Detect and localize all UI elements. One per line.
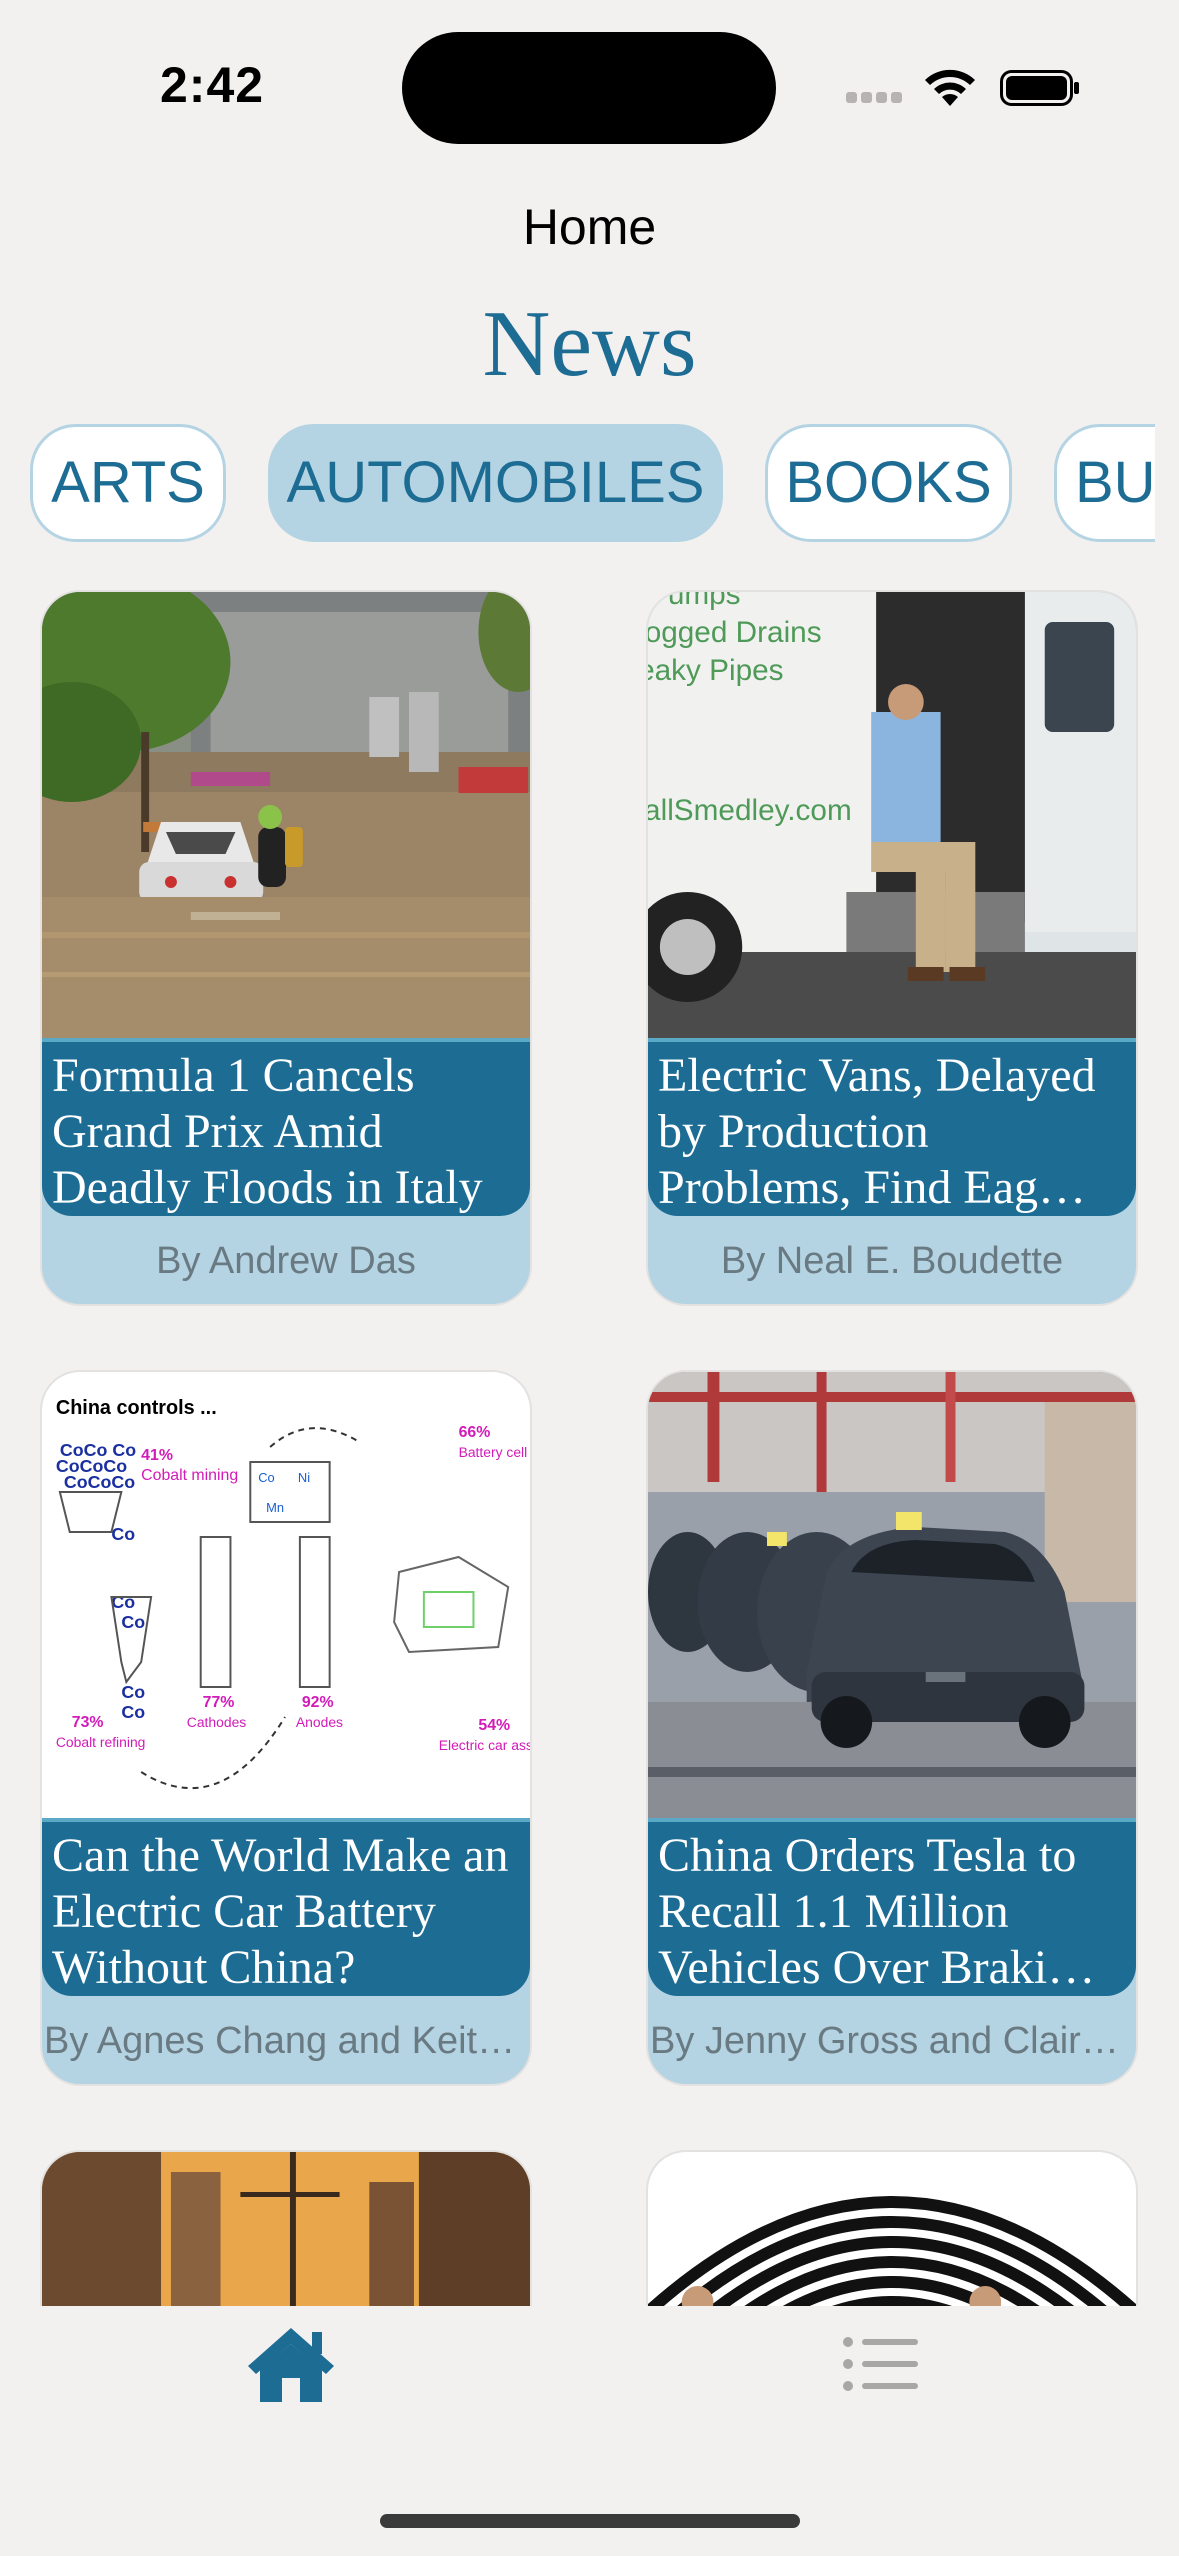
van-text-2: eaky Pipes: [648, 654, 784, 687]
article-title: Electric Vans, Delayed by Production Pro…: [658, 1049, 1096, 1214]
van-text-3: allSmedley.com: [648, 794, 852, 827]
article-title-box: Electric Vans, Delayed by Production Pro…: [648, 1038, 1136, 1216]
article-card[interactable]: China controls ... CoCo Co CoCoCo CoCoCo C…: [40, 1370, 532, 2086]
article-card[interactable]: China Orders Tesla to Recall 1.1 Million…: [646, 1370, 1138, 2086]
article-title: Formula 1 Cancels Grand Prix Amid Deadly…: [52, 1049, 483, 1214]
house-icon[interactable]: [246, 2324, 336, 2404]
svg-text:Co: Co: [111, 1524, 135, 1544]
stat-label: Anodes: [296, 1714, 343, 1730]
stat-pct: 73%: [72, 1714, 104, 1731]
article-title-box: Formula 1 Cancels Grand Prix Amid Deadly…: [42, 1038, 530, 1216]
chip-business[interactable]: BU: [1054, 424, 1155, 542]
stat-label: Battery cell assembly: [459, 1444, 530, 1460]
article-image-van: logged Drains eaky Pipes umps allSmedley…: [648, 592, 1136, 1038]
infographic-heading: China controls ...: [56, 1397, 217, 1419]
article-title-box: Can the World Make an Electric Car Batte…: [42, 1818, 530, 1996]
article-image-tesla-factory: [648, 1372, 1136, 1818]
stat-pct: 92%: [302, 1694, 334, 1711]
svg-text:Co: Co: [121, 1612, 145, 1632]
home-indicator[interactable]: [380, 2514, 800, 2528]
wifi-icon: [925, 69, 975, 106]
stat-label: Electric car assembly: [439, 1737, 530, 1753]
stat-pct: 77%: [203, 1694, 235, 1711]
list-icon[interactable]: [842, 2334, 920, 2394]
article-image-flood: [42, 592, 530, 1038]
article-title: Can the World Make an Electric Car Batte…: [52, 1829, 509, 1994]
van-text-0: umps: [668, 592, 741, 611]
category-chips[interactable]: ARTS AUTOMOBILES BOOKS BU: [0, 422, 1155, 544]
svg-text:Co: Co: [258, 1470, 274, 1485]
article-card[interactable]: logged Drains eaky Pipes umps allSmedley…: [646, 590, 1138, 1306]
article-byline: By Neal E. Boudette: [720, 1240, 1064, 1282]
stat-pct: 41%: [141, 1447, 173, 1464]
van-text-1: logged Drains: [648, 616, 822, 649]
article-image-battery-infographic: China controls ... CoCo CoCoCoCoCoCoCo C…: [42, 1372, 530, 1818]
article-byline: By Andrew Das: [156, 1240, 416, 1282]
svg-text:Co: Co: [111, 1592, 135, 1612]
article-byline: By Agnes Chang and Keit…: [44, 2020, 516, 2062]
cellular-signal-icon: [846, 92, 904, 106]
screen: 2:42 Home News ARTS AUTOMOBILES BOOKS BU: [0, 0, 1179, 2556]
stat-label: Cathodes: [187, 1714, 246, 1730]
svg-text:Co: Co: [121, 1682, 145, 1702]
chip-books[interactable]: BOOKS: [765, 424, 1012, 542]
dynamic-island: [402, 32, 776, 144]
svg-text:Mn: Mn: [266, 1500, 284, 1515]
svg-text:Ni: Ni: [298, 1470, 310, 1485]
article-title: China Orders Tesla to Recall 1.1 Million…: [658, 1829, 1096, 1994]
chip-automobiles[interactable]: AUTOMOBILES: [268, 424, 723, 542]
svg-text:CoCoCo: CoCoCo: [64, 1472, 135, 1492]
stat-pct: 54%: [478, 1717, 510, 1734]
brand-title: News: [482, 292, 697, 396]
article-title-box: China Orders Tesla to Recall 1.1 Million…: [648, 1818, 1136, 1996]
article-byline: By Jenny Gross and Clair…: [650, 2020, 1119, 2062]
stat-label: Cobalt refining: [56, 1734, 146, 1750]
chip-arts[interactable]: ARTS: [30, 424, 226, 542]
stat-label: Cobalt mining: [141, 1467, 238, 1484]
status-time: 2:42: [160, 57, 265, 113]
battery-icon: [1000, 70, 1079, 106]
stat-pct: 66%: [459, 1424, 491, 1441]
nav-title: Home: [522, 199, 657, 255]
article-card[interactable]: Formula 1 Cancels Grand Prix Amid Deadly…: [40, 590, 532, 1306]
svg-text:Co: Co: [121, 1702, 145, 1722]
